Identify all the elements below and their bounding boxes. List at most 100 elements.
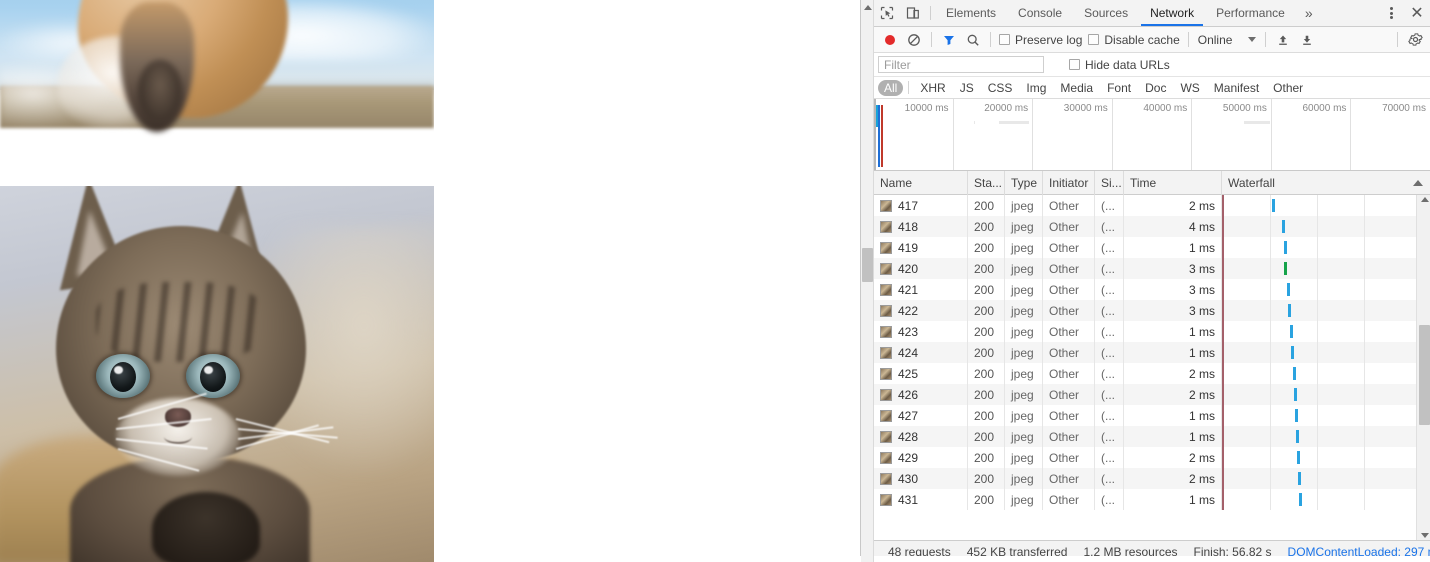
column-header-type[interactable]: Type: [1005, 170, 1043, 195]
cell-name: 425: [874, 363, 968, 384]
waterfall-gridline: [1317, 300, 1318, 321]
column-header-status[interactable]: Sta...: [968, 170, 1005, 195]
chevron-double-right-icon: »: [1304, 5, 1313, 21]
chip-manifest[interactable]: Manifest: [1208, 80, 1265, 96]
cell-time: 1 ms: [1124, 426, 1222, 447]
table-row[interactable]: 419 200 jpeg Other (... 1 ms: [874, 237, 1416, 258]
export-har-icon[interactable]: [1295, 29, 1319, 51]
waterfall-bar[interactable]: [1298, 472, 1301, 485]
waterfall-bar[interactable]: [1291, 346, 1294, 359]
waterfall-bar[interactable]: [1293, 367, 1296, 380]
more-options-icon[interactable]: [1379, 6, 1403, 20]
cell-initiator: Other: [1043, 216, 1095, 237]
waterfall-bar[interactable]: [1297, 451, 1300, 464]
scroll-up-arrow-icon[interactable]: [1417, 197, 1430, 202]
cell-name: 422: [874, 300, 968, 321]
table-row[interactable]: 429 200 jpeg Other (... 2 ms: [874, 447, 1416, 468]
network-overview-timeline[interactable]: 10000 ms 20000 ms 30000 ms 40000 ms 50000 ms…: [874, 99, 1430, 171]
chip-ws[interactable]: WS: [1174, 80, 1205, 96]
inspect-element-icon[interactable]: [874, 0, 900, 26]
waterfall-bar[interactable]: [1295, 409, 1298, 422]
table-row[interactable]: 426 200 jpeg Other (... 2 ms: [874, 384, 1416, 405]
chip-doc[interactable]: Doc: [1139, 80, 1172, 96]
cell-name-text: 427: [898, 408, 919, 423]
table-row[interactable]: 424 200 jpeg Other (... 1 ms: [874, 342, 1416, 363]
chip-img[interactable]: Img: [1020, 80, 1052, 96]
column-header-size[interactable]: Si...: [1095, 170, 1124, 195]
table-row[interactable]: 422 200 jpeg Other (... 3 ms: [874, 300, 1416, 321]
tab-network[interactable]: Network: [1139, 0, 1205, 26]
cell-size: (...: [1095, 447, 1124, 468]
import-har-icon[interactable]: [1271, 29, 1295, 51]
disable-cache-checkbox[interactable]: Disable cache: [1085, 33, 1182, 47]
close-icon[interactable]: ✕: [1403, 3, 1430, 23]
search-icon[interactable]: [961, 29, 985, 51]
table-row[interactable]: 421 200 jpeg Other (... 3 ms: [874, 279, 1416, 300]
waterfall-bar[interactable]: [1299, 493, 1302, 506]
waterfall-gridline: [1364, 279, 1365, 300]
waterfall-bar[interactable]: [1284, 262, 1287, 275]
table-row[interactable]: 427 200 jpeg Other (... 1 ms: [874, 405, 1416, 426]
table-row[interactable]: 423 200 jpeg Other (... 1 ms: [874, 321, 1416, 342]
tab-performance[interactable]: Performance: [1205, 0, 1296, 26]
record-icon[interactable]: [878, 29, 902, 51]
waterfall-bar[interactable]: [1294, 388, 1297, 401]
tab-sources[interactable]: Sources: [1073, 0, 1139, 26]
cell-size: (...: [1095, 342, 1124, 363]
column-header-name[interactable]: Name: [874, 170, 968, 195]
cell-time: 2 ms: [1124, 363, 1222, 384]
requests-vertical-scrollbar[interactable]: [1416, 195, 1430, 540]
tab-console[interactable]: Console: [1007, 0, 1073, 26]
chip-xhr[interactable]: XHR: [914, 80, 951, 96]
cell-type-text: jpeg: [1011, 471, 1034, 486]
tab-label: Network: [1150, 6, 1195, 20]
device-toolbar-icon[interactable]: [900, 0, 926, 26]
waterfall-gridline: [1317, 216, 1318, 237]
more-tabs-icon[interactable]: »: [1296, 0, 1322, 26]
page-vertical-scrollbar[interactable]: [861, 0, 874, 562]
waterfall-bar[interactable]: [1284, 241, 1287, 254]
column-header-waterfall[interactable]: Waterfall: [1222, 171, 1430, 195]
table-row[interactable]: 425 200 jpeg Other (... 2 ms: [874, 363, 1416, 384]
chip-all[interactable]: All: [878, 79, 904, 96]
table-row[interactable]: 420 200 jpeg Other (... 3 ms: [874, 258, 1416, 279]
checkbox-box: [1069, 59, 1080, 70]
waterfall-bar[interactable]: [1290, 325, 1293, 338]
waterfall-bar[interactable]: [1272, 199, 1275, 212]
column-header-time[interactable]: Time: [1124, 170, 1222, 195]
chip-media[interactable]: Media: [1054, 80, 1099, 96]
table-row[interactable]: 430 200 jpeg Other (... 2 ms: [874, 468, 1416, 489]
filter-row: Hide data URLs: [874, 53, 1430, 77]
chip-other[interactable]: Other: [1267, 80, 1309, 96]
scroll-up-arrow-icon[interactable]: [861, 0, 874, 14]
cell-status: 200: [968, 258, 1005, 279]
waterfall-bar[interactable]: [1282, 220, 1285, 233]
waterfall-bar[interactable]: [1288, 304, 1291, 317]
divider: [1397, 32, 1398, 47]
tab-elements[interactable]: Elements: [935, 0, 1007, 26]
table-row[interactable]: 417 200 jpeg Other (... 2 ms: [874, 195, 1416, 216]
table-row[interactable]: 418 200 jpeg Other (... 4 ms: [874, 216, 1416, 237]
filter-funnel-icon[interactable]: [937, 29, 961, 51]
table-row[interactable]: 431 200 jpeg Other (... 1 ms: [874, 489, 1416, 510]
page-scrollbar-thumb[interactable]: [862, 248, 873, 282]
cell-name-text: 431: [898, 492, 919, 507]
clear-icon[interactable]: [902, 29, 926, 51]
waterfall-gridline: [1317, 363, 1318, 384]
gear-icon[interactable]: [1403, 29, 1427, 51]
throttling-dropdown[interactable]: Online: [1194, 33, 1261, 47]
chip-font[interactable]: Font: [1101, 80, 1137, 96]
waterfall-bar[interactable]: [1296, 430, 1299, 443]
chip-css[interactable]: CSS: [982, 80, 1019, 96]
hide-data-urls-checkbox[interactable]: Hide data URLs: [1066, 58, 1173, 72]
chip-js[interactable]: JS: [954, 80, 980, 96]
preserve-log-checkbox[interactable]: Preserve log: [996, 33, 1085, 47]
table-row[interactable]: 428 200 jpeg Other (... 1 ms: [874, 426, 1416, 447]
column-header-initiator[interactable]: Initiator: [1043, 170, 1095, 195]
requests-scrollbar-thumb[interactable]: [1419, 325, 1430, 425]
cell-status: 200: [968, 342, 1005, 363]
scroll-down-arrow-icon[interactable]: [1417, 533, 1430, 538]
waterfall-bar[interactable]: [1287, 283, 1290, 296]
cell-type: jpeg: [1005, 447, 1043, 468]
filter-input[interactable]: [878, 56, 1044, 73]
